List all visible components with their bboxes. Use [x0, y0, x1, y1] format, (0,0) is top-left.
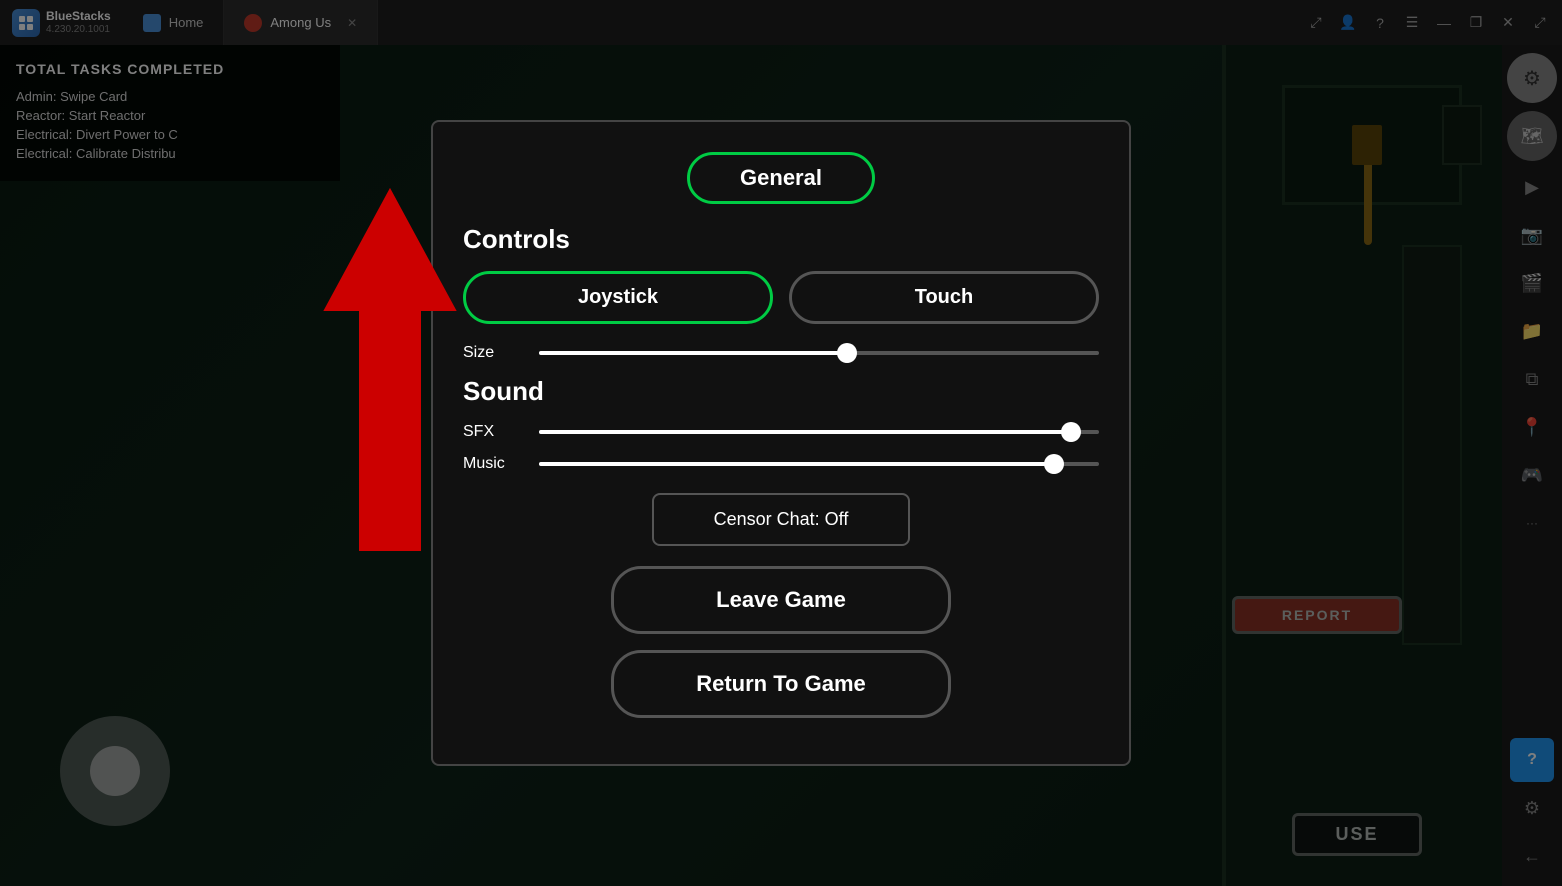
- size-slider-row: Size: [463, 344, 1099, 362]
- sfx-slider-row: SFX: [463, 423, 1099, 441]
- size-slider[interactable]: [539, 351, 1099, 355]
- sound-heading: Sound: [463, 376, 1099, 407]
- control-buttons: Joystick Touch: [463, 271, 1099, 324]
- sfx-slider-thumb[interactable]: [1061, 422, 1081, 442]
- controls-heading: Controls: [463, 224, 1099, 255]
- modal-overlay: General Controls Joystick Touch Size Sou…: [0, 0, 1562, 886]
- touch-btn[interactable]: Touch: [789, 271, 1099, 324]
- return-to-game-btn[interactable]: Return To Game: [611, 650, 951, 718]
- music-slider-row: Music: [463, 455, 1099, 473]
- music-slider[interactable]: [539, 462, 1099, 466]
- size-slider-fill: [539, 351, 847, 355]
- music-slider-fill: [539, 462, 1054, 466]
- settings-modal: General Controls Joystick Touch Size Sou…: [431, 120, 1131, 766]
- censor-chat-btn[interactable]: Censor Chat: Off: [652, 493, 911, 546]
- music-slider-thumb[interactable]: [1044, 454, 1064, 474]
- sfx-slider-fill: [539, 430, 1071, 434]
- music-label: Music: [463, 455, 523, 473]
- leave-game-btn[interactable]: Leave Game: [611, 566, 951, 634]
- sfx-slider[interactable]: [539, 430, 1099, 434]
- joystick-btn[interactable]: Joystick: [463, 271, 773, 324]
- general-tab-btn[interactable]: General: [687, 152, 875, 204]
- size-label: Size: [463, 344, 523, 362]
- size-slider-thumb[interactable]: [837, 343, 857, 363]
- sfx-label: SFX: [463, 423, 523, 441]
